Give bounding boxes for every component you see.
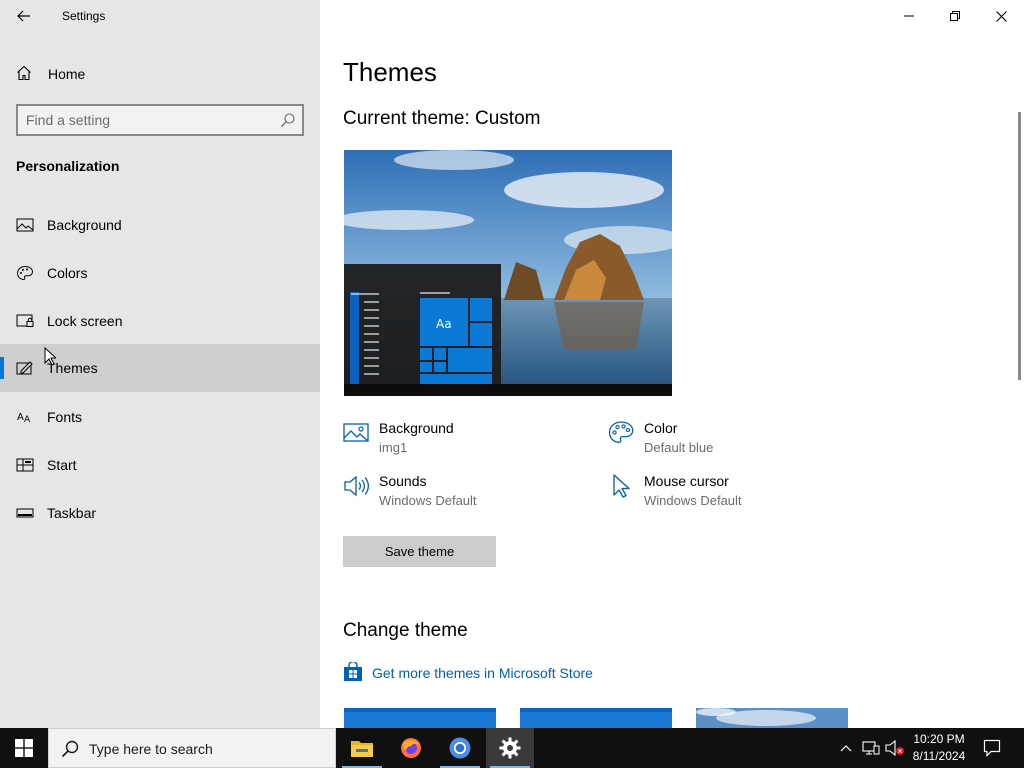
property-value: img1 <box>379 440 408 455</box>
restore-button[interactable] <box>932 0 978 32</box>
minimize-icon <box>904 15 914 17</box>
palette-icon <box>16 265 34 281</box>
theme-thumbnail[interactable] <box>344 708 496 728</box>
taskbar-app-settings[interactable] <box>486 728 534 768</box>
scrollbar-thumb[interactable] <box>1018 112 1021 380</box>
chevron-up-icon <box>840 745 852 752</box>
property-value: Windows Default <box>644 493 742 508</box>
firefox-icon <box>401 738 421 758</box>
theme-mouse-cursor-setting[interactable]: Mouse cursor Windows Default <box>608 473 848 513</box>
settings-search-input[interactable] <box>26 111 276 129</box>
theme-thumbnail[interactable] <box>520 708 672 728</box>
section-title: Personalization <box>16 158 120 174</box>
action-center-button[interactable] <box>978 728 1006 768</box>
selection-indicator <box>0 357 4 379</box>
palette-icon <box>608 421 634 443</box>
font-icon: AA <box>17 412 31 425</box>
picture-icon <box>343 423 369 442</box>
taskbar-icon <box>16 508 34 518</box>
store-icon <box>344 662 362 681</box>
theme-background-setting[interactable]: Background img1 <box>343 420 583 460</box>
search-icon <box>61 740 79 758</box>
sidebar-item-label: Start <box>47 457 77 473</box>
minimize-button[interactable] <box>886 0 932 32</box>
sidebar-item-taskbar[interactable]: Taskbar <box>0 489 320 537</box>
home-icon <box>17 65 31 81</box>
sidebar-item-background[interactable]: Background <box>0 201 320 249</box>
sidebar-item-fonts[interactable]: AA Fonts <box>0 393 320 441</box>
theme-preview: Aa <box>344 150 672 396</box>
chromium-icon <box>449 737 471 759</box>
lock-screen-icon <box>16 314 34 327</box>
sidebar-item-colors[interactable]: Colors <box>0 249 320 297</box>
sidebar-item-label: Taskbar <box>47 505 97 521</box>
windows-logo-icon <box>15 739 33 757</box>
taskbar-search-placeholder: Type here to search <box>89 741 213 757</box>
picture-icon <box>16 218 34 232</box>
clock-date: 8/11/2024 <box>912 749 966 763</box>
network-icon <box>862 741 880 755</box>
app-title: Settings <box>62 9 106 23</box>
property-value: Windows Default <box>379 493 477 508</box>
property-name: Background <box>379 420 454 436</box>
taskbar-search-box[interactable]: Type here to search <box>48 728 336 768</box>
cursor-icon <box>613 474 630 498</box>
change-theme-heading: Change theme <box>343 620 468 641</box>
show-hidden-icons-button[interactable] <box>836 728 856 768</box>
clock-time: 10:20 PM <box>913 732 965 746</box>
sidebar-item-lock-screen[interactable]: Lock screen <box>0 297 320 345</box>
back-button[interactable] <box>10 4 38 28</box>
page-title: Themes <box>343 57 437 87</box>
svg-text:A: A <box>24 415 31 425</box>
property-name: Color <box>644 420 678 436</box>
network-tray-icon[interactable] <box>860 728 882 768</box>
taskbar-app-chromium[interactable] <box>436 728 484 768</box>
sidebar-item-start[interactable]: Start <box>0 441 320 489</box>
title-bar: Settings <box>0 0 320 32</box>
close-button[interactable] <box>978 0 1024 32</box>
settings-search-box[interactable] <box>16 104 304 136</box>
current-theme-heading: Current theme: Custom <box>343 108 541 129</box>
store-link-label: Get more themes in Microsoft Store <box>372 665 593 681</box>
restore-icon <box>950 11 960 21</box>
sidebar-item-label: Colors <box>47 265 88 281</box>
theme-sounds-setting[interactable]: Sounds Windows Default <box>343 473 583 513</box>
speaker-icon <box>344 475 369 497</box>
theme-color-setting[interactable]: Color Default blue <box>608 420 848 460</box>
sidebar-item-label: Fonts <box>47 409 83 425</box>
theme-thumbnail[interactable] <box>696 708 848 728</box>
gear-icon <box>499 737 521 759</box>
close-icon <box>995 10 1007 22</box>
save-theme-button[interactable]: Save theme <box>343 536 496 567</box>
sidebar-item-label: Background <box>47 217 122 233</box>
mouse-pointer-icon <box>44 347 56 366</box>
taskbar-app-file-explorer[interactable] <box>338 728 386 768</box>
brush-icon <box>16 361 33 375</box>
start-button[interactable] <box>0 728 48 768</box>
back-arrow-icon <box>17 10 30 22</box>
volume-muted-icon <box>885 740 904 756</box>
home-label: Home <box>48 66 86 82</box>
property-name: Mouse cursor <box>644 473 729 489</box>
home-nav-item[interactable]: Home <box>0 56 320 90</box>
property-value: Default blue <box>644 440 714 455</box>
sidebar-item-label: Lock screen <box>47 313 123 329</box>
notification-icon <box>983 739 1001 757</box>
taskbar-clock[interactable]: 10:20 PM 8/11/2024 <box>903 731 975 765</box>
search-icon[interactable] <box>280 112 296 128</box>
property-name: Sounds <box>379 473 427 489</box>
taskbar-app-firefox[interactable] <box>387 728 435 768</box>
svg-text:A: A <box>17 412 24 423</box>
preview-tile-label: Aa <box>436 317 452 331</box>
start-icon <box>16 458 34 472</box>
taskbar: Type here to search 10:20 PM 8/11/2024 <box>0 728 1024 768</box>
theme-preview-image: Aa <box>344 150 672 396</box>
sidebar: Settings Home Personalization Background… <box>0 0 320 728</box>
folder-icon <box>351 741 373 757</box>
